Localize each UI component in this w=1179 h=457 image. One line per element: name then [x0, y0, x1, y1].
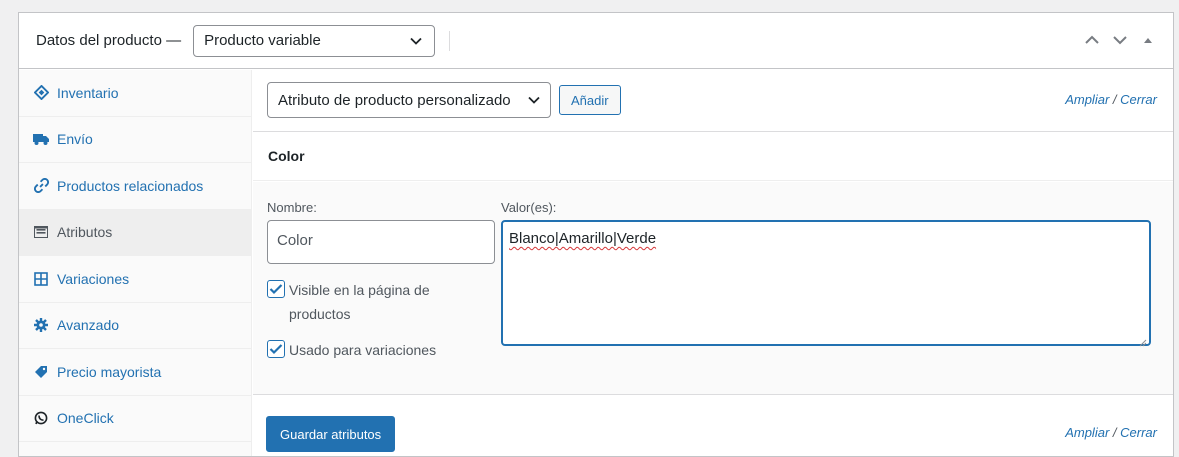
attribute-values-textarea[interactable]: Blanco|Amarillo|Verde	[501, 220, 1151, 347]
close-all-link[interactable]: Cerrar	[1120, 92, 1157, 107]
tag-icon	[33, 364, 49, 380]
chevron-down-icon	[410, 34, 422, 48]
panel-header: Datos del producto — Producto variable	[19, 13, 1173, 69]
close-all-link[interactable]: Cerrar	[1120, 425, 1157, 440]
sidebar-item-oneclick[interactable]: OneClick	[19, 395, 251, 442]
used-for-variations-option: Usado para variaciones	[267, 338, 436, 362]
attributes-panel: Atributo de producto personalizado Añadi…	[253, 70, 1173, 456]
sidebar-item-label: Avanzado	[57, 317, 120, 334]
tag-icon	[33, 85, 49, 101]
panel-controls	[1083, 31, 1157, 49]
expand-close-links-bottom: Ampliar / Cerrar	[1065, 425, 1157, 440]
resize-handle-icon[interactable]	[1139, 334, 1147, 347]
list-icon	[33, 224, 49, 240]
move-down-icon[interactable]	[1111, 31, 1129, 49]
product-type-select[interactable]: Producto variable	[193, 24, 436, 57]
visible-label-line2: productos	[289, 306, 351, 322]
variations-checkbox[interactable]	[267, 340, 285, 358]
sidebar-item-productos-relacionados[interactable]: Productos relacionados	[19, 163, 251, 210]
visible-checkbox[interactable]	[267, 280, 285, 298]
attribute-item: Color Nombre: Valor(es): Color Blanco|Am…	[253, 131, 1173, 395]
sidebar-item-atributos[interactable]: Atributos	[19, 209, 251, 256]
sidebar-item-variaciones[interactable]: Variaciones	[19, 256, 251, 303]
expand-all-link[interactable]: Ampliar	[1065, 425, 1109, 440]
link-separator: /	[1112, 92, 1117, 107]
sidebar-item-label: Productos relacionados	[57, 177, 204, 194]
collapse-toggle-icon[interactable]	[1139, 31, 1157, 49]
panel-title: Datos del producto —	[36, 32, 182, 49]
sidebar-item-precio-mayorista[interactable]: Precio mayorista	[19, 349, 251, 396]
product-type-value: Producto variable	[204, 32, 321, 49]
truck-icon	[33, 131, 49, 147]
sidebar-item-label: OneClick	[57, 410, 114, 427]
chevron-down-icon	[528, 93, 540, 107]
sidebar-item-label: Envío	[57, 131, 93, 148]
gear-icon	[33, 317, 49, 333]
attribute-body: Nombre: Valor(es): Color Blanco|Amarillo…	[253, 182, 1173, 394]
whatsapp-icon	[33, 410, 49, 426]
link-icon	[33, 178, 49, 194]
save-attributes-button[interactable]: Guardar atributos	[266, 416, 396, 452]
visible-on-product-page-option: Visible en la página de productos	[267, 278, 430, 326]
attribute-type-select[interactable]: Atributo de producto personalizado	[267, 82, 551, 118]
attribute-values-text: Blanco|Amarillo|Verde	[509, 230, 657, 247]
move-up-icon[interactable]	[1083, 31, 1101, 49]
variations-label: Usado para variaciones	[289, 342, 437, 358]
link-separator: /	[1112, 425, 1117, 440]
sidebar-item-envio[interactable]: Envío	[19, 116, 251, 163]
product-data-panel: Datos del producto — Producto variable I…	[18, 12, 1174, 457]
product-tabs-sidebar: Inventario Envío Productos relacionados …	[19, 70, 252, 456]
add-attribute-button[interactable]: Añadir	[559, 85, 621, 115]
attribute-type-value: Atributo de producto personalizado	[278, 91, 511, 109]
visible-label-line1: Visible en la página de	[289, 282, 430, 298]
expand-close-links: Ampliar / Cerrar	[1065, 92, 1157, 107]
grid-icon	[33, 271, 49, 287]
sidebar-item-label: Atributos	[57, 224, 113, 241]
values-label: Valor(es):	[501, 200, 557, 215]
visible-label: Visible en la página de productos	[289, 278, 430, 326]
attribute-name-input[interactable]: Color	[267, 220, 495, 264]
header-divider	[449, 30, 451, 51]
sidebar-item-label: Inventario	[57, 84, 119, 101]
attributes-toolbar: Atributo de producto personalizado Añadi…	[253, 70, 1173, 130]
attribute-heading[interactable]: Color	[253, 132, 1173, 181]
expand-all-link[interactable]: Ampliar	[1065, 92, 1109, 107]
sidebar-item-inventario[interactable]: Inventario	[19, 70, 251, 117]
sidebar-item-label: Variaciones	[57, 270, 130, 287]
sidebar-item-label: Precio mayorista	[57, 363, 162, 380]
sidebar-item-avanzado[interactable]: Avanzado	[19, 302, 251, 349]
name-label: Nombre:	[267, 200, 317, 215]
